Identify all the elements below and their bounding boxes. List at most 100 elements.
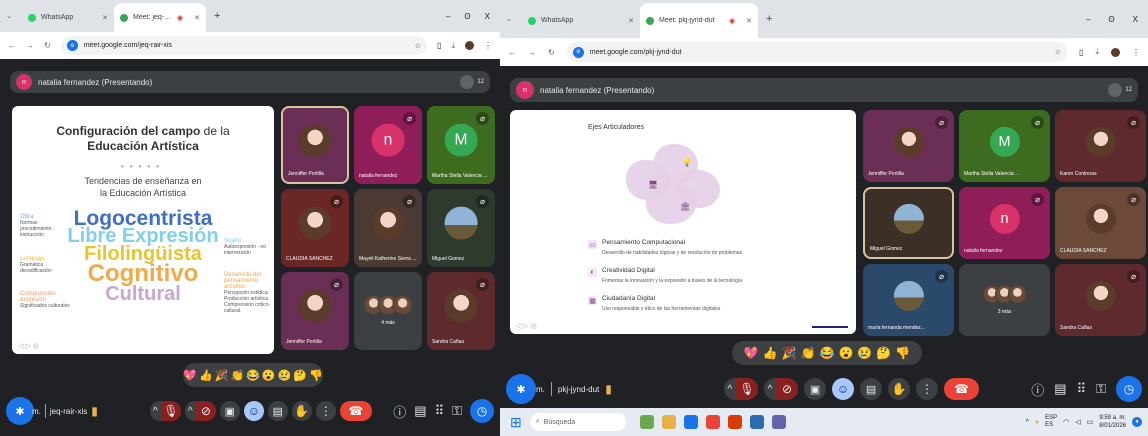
participant-tile[interactable]: ⌀ Miguel Gomez xyxy=(427,189,495,267)
reaction-button[interactable]: 🤔 xyxy=(293,369,307,382)
mic-off-icon[interactable]: 🎙 xyxy=(735,378,758,400)
reaction-button[interactable]: 🎉 xyxy=(782,346,797,360)
tab-search-icon[interactable]: ▯ xyxy=(437,41,441,50)
chevron-up-icon[interactable]: ^ xyxy=(1026,419,1029,426)
participant-tile[interactable]: ⌀ Jenniffer Portilla xyxy=(863,110,954,182)
tab-meet[interactable]: Meet: jeq-rair-xis ◉ ✕ xyxy=(114,3,206,32)
google-apps-badge-icon[interactable]: ✱ xyxy=(6,397,34,425)
more-options-icon[interactable]: ⋮ xyxy=(315,401,336,421)
camera-options-caret[interactable]: ^ xyxy=(763,378,777,400)
wifi-icon[interactable]: ◠ xyxy=(1063,418,1069,426)
reaction-button[interactable]: 😂 xyxy=(246,369,260,382)
reaction-button[interactable]: 😮 xyxy=(838,346,853,360)
mic-options-caret[interactable]: ^ xyxy=(149,401,161,421)
close-tab-icon[interactable]: ✕ xyxy=(746,17,752,25)
chat-icon[interactable]: ▤ xyxy=(1054,381,1066,397)
maximize-button[interactable]: ʘ xyxy=(1108,15,1114,24)
participant-tile[interactable]: 4 más xyxy=(354,272,422,350)
participant-tile[interactable]: n ⌀ natalia fernandez xyxy=(959,187,1050,259)
present-screen-icon[interactable]: ▣ xyxy=(804,378,827,400)
reaction-button[interactable]: 😂 xyxy=(820,346,835,360)
reload-icon[interactable]: ↻ xyxy=(44,41,51,50)
timer-badge-icon[interactable]: ◷ xyxy=(1116,376,1142,402)
minimize-button[interactable]: – xyxy=(446,12,450,21)
mic-off-icon[interactable]: 🎙 xyxy=(160,401,181,421)
tab-search-icon[interactable]: ⌄ xyxy=(506,15,522,23)
new-tab-button[interactable]: + xyxy=(766,13,772,25)
volume-icon[interactable]: ◁ xyxy=(1075,418,1080,426)
leave-call-icon[interactable]: ☎ xyxy=(339,401,372,421)
back-icon[interactable]: ← xyxy=(508,48,516,57)
presenter-bar[interactable]: n natalia fernandez (Presentando) 12 xyxy=(10,71,490,93)
bookmark-star-icon[interactable]: ☆ xyxy=(1055,48,1061,56)
reaction-button[interactable]: 👎 xyxy=(309,369,323,382)
chrome-icon[interactable] xyxy=(705,415,720,429)
edge-icon[interactable] xyxy=(683,415,698,429)
captions-icon[interactable]: ▤ xyxy=(267,401,288,421)
paint-icon[interactable] xyxy=(749,415,764,429)
participant-tile[interactable]: ⌀ Mayeli Katherine Sierra ... xyxy=(354,189,422,267)
close-window-button[interactable]: X xyxy=(485,12,490,21)
participant-tile[interactable]: ⌀ Jenniffer Portilla xyxy=(281,272,349,350)
weather-icon[interactable]: ● xyxy=(1035,419,1039,426)
clock[interactable]: 9:59 a. m. 8/01/2026 xyxy=(1099,414,1126,430)
participant-tile[interactable]: M ⌀ Martha Stella Valencia ... xyxy=(959,110,1050,182)
close-window-button[interactable]: X xyxy=(1133,15,1138,24)
emoji-reactions-icon[interactable]: ☺ xyxy=(832,378,855,400)
scenery-widget-icon[interactable] xyxy=(639,415,654,429)
camera-off-icon[interactable]: ⊘ xyxy=(776,378,799,400)
raise-hand-icon[interactable]: ✋ xyxy=(291,401,312,421)
reaction-button[interactable]: 💖 xyxy=(183,369,197,382)
download-icon[interactable]: ⤓ xyxy=(451,41,455,51)
google-apps-badge-icon[interactable]: ✱ xyxy=(506,374,536,404)
camera-options-caret[interactable]: ^ xyxy=(184,401,196,421)
url-box[interactable]: ⚙ meet.google.com/pkj-jynd-dut ☆ xyxy=(566,42,1068,62)
tab-whatsapp[interactable]: WhatsApp ✕ xyxy=(522,3,640,38)
reaction-button[interactable]: 👍 xyxy=(199,369,213,382)
mic-options-caret[interactable]: ^ xyxy=(723,378,736,400)
shield-icon[interactable]: ▮ xyxy=(605,382,612,396)
language-indicator[interactable]: ESP ES xyxy=(1045,415,1057,429)
download-icon[interactable]: ⤓ xyxy=(1095,47,1099,57)
reaction-button[interactable]: 😮 xyxy=(262,369,276,382)
reaction-button[interactable]: 👏 xyxy=(230,369,244,382)
taskbar-search-box[interactable]: ⌕ Búsqueda xyxy=(529,413,626,431)
activities-icon[interactable]: ⠿ xyxy=(1077,381,1087,397)
shield-icon[interactable]: ▮ xyxy=(91,404,98,418)
camera-off-icon[interactable]: ⊘ xyxy=(195,401,216,421)
tab-search-icon[interactable]: ▯ xyxy=(1079,48,1083,57)
presenter-bar[interactable]: n natalia fernandez (Presentando) 12 xyxy=(510,78,1138,102)
activities-icon[interactable]: ⠿ xyxy=(435,403,445,419)
file-explorer-icon[interactable] xyxy=(661,415,676,429)
chat-icon[interactable]: ▤ xyxy=(414,403,426,419)
present-screen-icon[interactable]: ▣ xyxy=(219,401,240,421)
host-controls-icon[interactable]: ⚿ xyxy=(1096,381,1106,397)
close-tab-icon[interactable]: ✕ xyxy=(102,14,108,22)
minimize-button[interactable]: – xyxy=(1086,15,1090,24)
participant-count[interactable]: 12 xyxy=(1108,83,1132,97)
slide-toolbar[interactable]: ◁ ▷ ◎ xyxy=(516,322,537,330)
new-tab-button[interactable]: + xyxy=(214,10,220,22)
captions-icon[interactable]: ▤ xyxy=(860,378,883,400)
profile-avatar[interactable] xyxy=(465,41,474,50)
raise-hand-icon[interactable]: ✋ xyxy=(888,378,911,400)
windows-start-icon[interactable]: ⊞ xyxy=(510,414,522,431)
participant-tile[interactable]: Jenniffer Portilla xyxy=(281,106,349,184)
reaction-button[interactable]: 👏 xyxy=(801,346,816,360)
tab-search-icon[interactable]: ⌄ xyxy=(6,12,22,20)
reaction-button[interactable]: 😢 xyxy=(278,369,292,382)
emoji-reactions-icon[interactable]: ☺ xyxy=(243,401,264,421)
meeting-info-icon[interactable]: ⓘ xyxy=(393,402,406,421)
forward-icon[interactable]: → xyxy=(528,48,536,57)
slide-toolbar[interactable]: ◁ ▷ ◎ xyxy=(18,342,39,350)
teams-icon[interactable] xyxy=(771,415,786,429)
reaction-button[interactable]: 😢 xyxy=(857,346,872,360)
participant-tile[interactable]: ⌀ Sandra Cañas xyxy=(427,272,495,350)
notification-badge-icon[interactable]: ● xyxy=(1132,417,1142,427)
more-options-icon[interactable]: ⋮ xyxy=(916,378,939,400)
back-icon[interactable]: ← xyxy=(8,41,16,50)
reaction-button[interactable]: 🎉 xyxy=(215,369,229,382)
participant-tile[interactable]: Miguel Gomez xyxy=(863,187,954,259)
bookmark-star-icon[interactable]: ☆ xyxy=(415,42,421,50)
battery-icon[interactable]: ▭ xyxy=(1087,418,1094,426)
